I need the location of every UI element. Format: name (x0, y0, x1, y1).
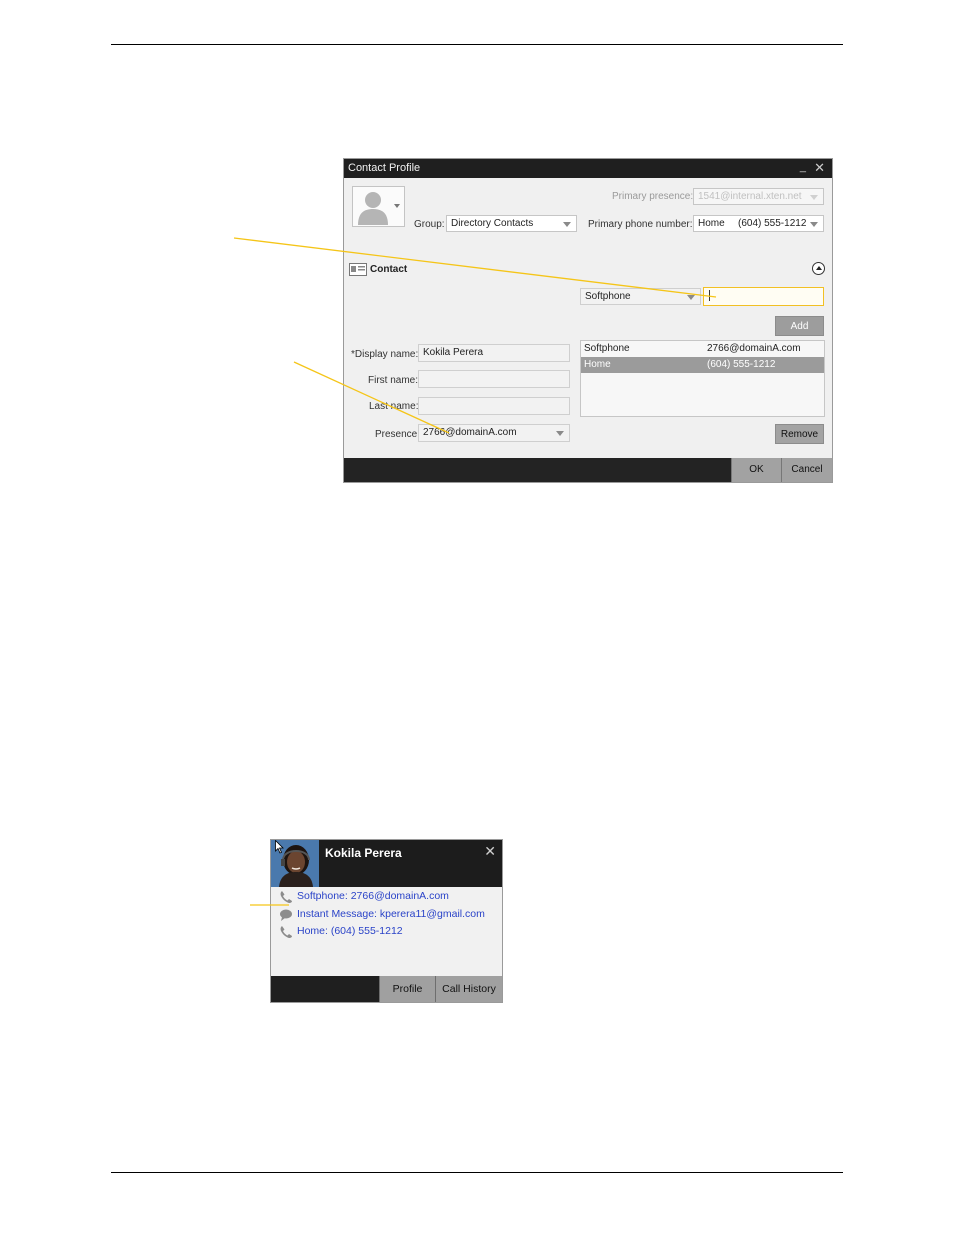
primary-phone-label: Primary phone number: (588, 219, 693, 230)
contact-method-text: Instant Message: kperera11@gmail.com (297, 908, 485, 920)
contact-profile-dialog: Contact Profile _ ✕ Primary presence: 15… (343, 158, 833, 483)
dialog-title: Contact Profile (348, 162, 421, 174)
close-icon[interactable]: ✕ (814, 160, 825, 176)
primary-phone-type: Home (698, 218, 725, 229)
text-cursor (709, 290, 710, 301)
close-icon[interactable]: ✕ (484, 843, 496, 860)
phone-icon (280, 891, 292, 903)
contact-card: Kokila Perera ✕ Softphone: 2766@domainA.… (270, 839, 503, 1003)
primary-presence-select: 1541@internal.xten.net (693, 188, 824, 205)
display-name-field[interactable]: Kokila Perera (418, 344, 570, 362)
list-item[interactable]: Softphone 2766@domainA.com (581, 341, 824, 357)
dialog-titlebar: Contact Profile _ ✕ (344, 159, 832, 178)
chat-bubble-icon (280, 909, 292, 921)
contact-card-footer: Profile Call History (271, 976, 502, 1002)
cancel-button[interactable]: Cancel (781, 458, 832, 482)
number-value: 2766@domainA.com (707, 343, 801, 354)
first-name-label: First name: (368, 375, 419, 386)
last-name-label: Last name: (369, 401, 419, 412)
group-label: Group: (414, 219, 445, 230)
presence-select[interactable]: 2766@domainA.com (418, 424, 570, 442)
phone-number-list[interactable]: Softphone 2766@domainA.com Home (604) 55… (580, 340, 825, 417)
collapse-section-icon[interactable] (812, 262, 825, 275)
avatar-picker-button[interactable] (352, 186, 405, 227)
call-history-button[interactable]: Call History (435, 976, 502, 1002)
minimize-icon[interactable]: _ (800, 161, 806, 173)
profile-button[interactable]: Profile (379, 976, 435, 1002)
first-name-field[interactable] (418, 370, 570, 388)
contact-method-text: Softphone: 2766@domainA.com (297, 890, 449, 902)
chevron-down-icon (687, 295, 695, 300)
ok-button[interactable]: OK (731, 458, 781, 482)
new-number-input[interactable] (703, 287, 824, 306)
remove-button[interactable]: Remove (775, 424, 824, 444)
mouse-pointer-icon (275, 840, 284, 854)
phone-icon (280, 926, 292, 938)
chevron-down-icon (563, 222, 571, 227)
chevron-down-icon (394, 204, 400, 208)
chevron-down-icon (556, 431, 564, 436)
number-type-value: Softphone (585, 291, 631, 302)
presence-value: 2766@domainA.com (423, 427, 517, 438)
number-type: Home (584, 359, 611, 370)
add-button[interactable]: Add (775, 316, 824, 336)
page-header-rule (111, 44, 843, 45)
dialog-footer: OK Cancel (344, 458, 832, 482)
person-silhouette-icon (358, 192, 388, 225)
contact-method-text: Home: (604) 555-1212 (297, 925, 403, 937)
number-type: Softphone (584, 343, 630, 354)
presence-label: Presence: (375, 429, 421, 440)
primary-phone-number: (604) 555-1212 (738, 218, 807, 229)
primary-presence-value: 1541@internal.xten.net (698, 191, 802, 202)
contact-card-icon (349, 263, 367, 276)
number-type-select[interactable]: Softphone (580, 288, 701, 305)
contact-card-header: Kokila Perera ✕ (271, 840, 502, 887)
list-item[interactable]: Home (604) 555-1212 (581, 357, 824, 373)
group-value: Directory Contacts (451, 218, 534, 229)
chevron-down-icon (810, 222, 818, 227)
contact-name: Kokila Perera (325, 846, 402, 860)
display-name-value: Kokila Perera (423, 347, 484, 358)
group-select[interactable]: Directory Contacts (446, 215, 577, 232)
page-footer-rule (111, 1172, 843, 1173)
contact-section-label: Contact (370, 264, 408, 275)
primary-presence-label: Primary presence: (612, 191, 694, 202)
number-value: (604) 555-1212 (707, 359, 776, 370)
last-name-field[interactable] (418, 397, 570, 415)
display-name-label: *Display name: (351, 349, 419, 360)
primary-phone-select[interactable]: Home (604) 555-1212 (693, 215, 824, 232)
chevron-down-icon (810, 195, 818, 200)
